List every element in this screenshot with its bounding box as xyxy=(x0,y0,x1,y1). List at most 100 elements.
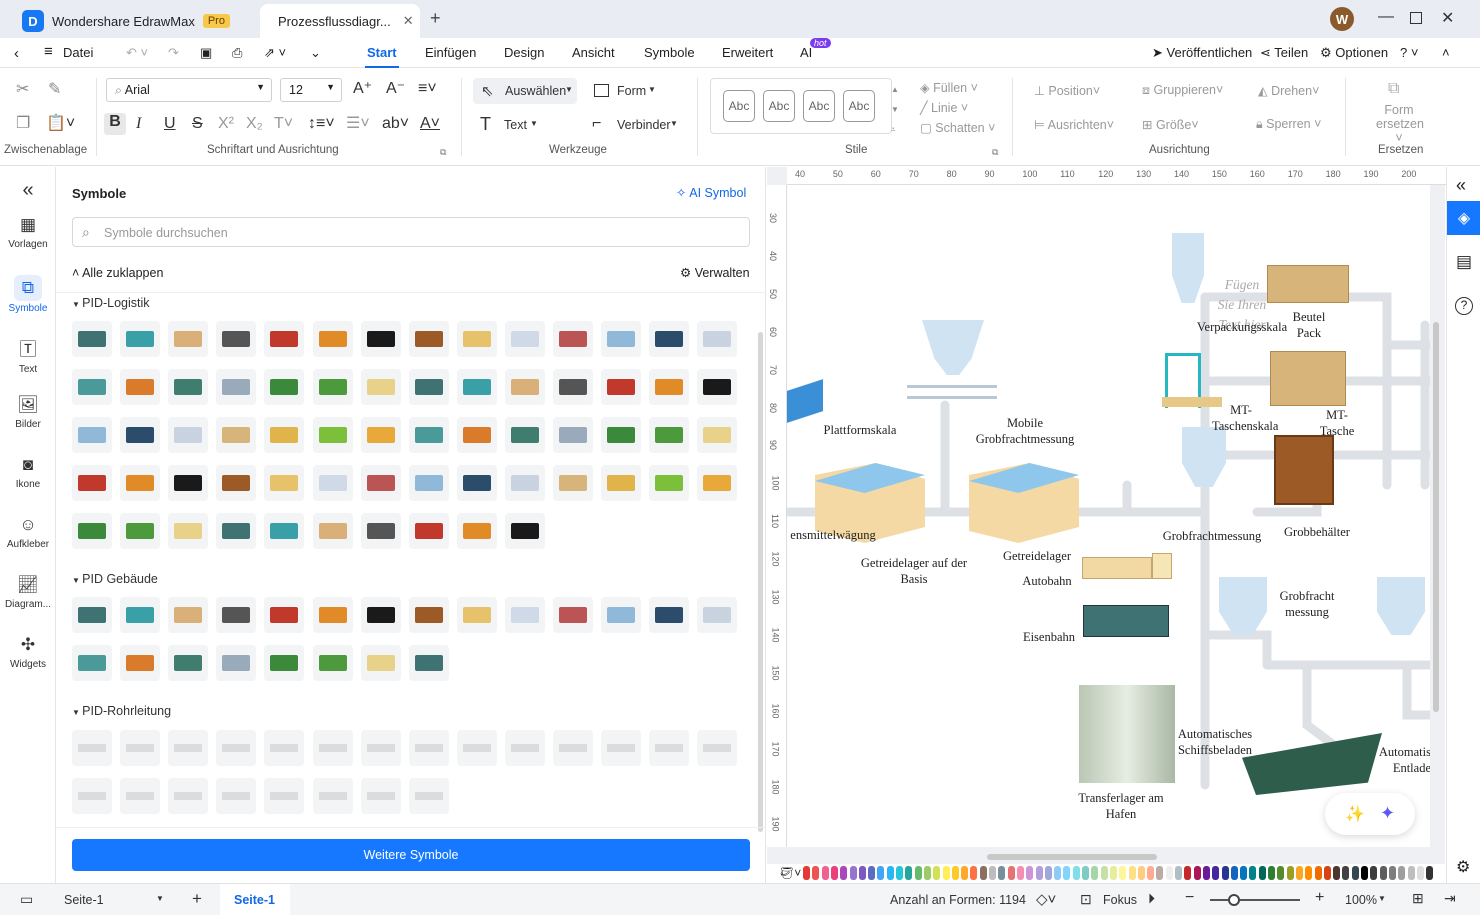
nav-stickers[interactable]: ☺ Aufkleber xyxy=(0,515,56,550)
select-tool[interactable]: ⇖ Auswählen ▼ xyxy=(473,78,577,104)
section-pid-rohrleitung[interactable]: ▼ PID-Rohrleitung xyxy=(72,704,171,718)
pid-logistik-symbol[interactable] xyxy=(456,465,497,501)
palette-swatch[interactable] xyxy=(1333,866,1341,880)
tab-erweitert[interactable]: Erweitert xyxy=(722,45,773,60)
zoom-slider[interactable] xyxy=(1210,899,1300,901)
pid-rohrleitung-symbol[interactable] xyxy=(168,730,209,766)
nav-diagrams[interactable]: 📈︎ Diagram... xyxy=(0,575,56,610)
styles-launcher-icon[interactable]: ⧉ xyxy=(992,147,998,158)
style-scroll-icon[interactable]: ▲ ▼ ⩡ xyxy=(891,80,899,140)
pid-logistik-symbol[interactable] xyxy=(456,321,497,357)
tab-ai[interactable]: AI hot xyxy=(800,38,831,60)
palette-swatch[interactable] xyxy=(1416,866,1424,880)
palette-swatch[interactable] xyxy=(1379,866,1387,880)
font-family-select[interactable]: ⌕ Arial ▼ xyxy=(106,78,272,102)
pid-logistik-symbol[interactable] xyxy=(649,417,690,453)
mt-bag-shape[interactable] xyxy=(1270,351,1346,406)
label-grobbehaelter[interactable]: Grobbehälter xyxy=(1277,524,1357,540)
replace-shape-icon[interactable]: ⧉ xyxy=(1388,80,1399,98)
zoom-out-icon[interactable]: − xyxy=(1185,889,1194,907)
shadow-button[interactable]: ▢ Schatten ˅ xyxy=(920,120,995,135)
palette-swatch[interactable] xyxy=(1035,866,1043,880)
pid-logistik-symbol[interactable] xyxy=(553,369,593,405)
label-plattformskala[interactable]: Plattformskala xyxy=(805,422,915,438)
dialog-launcher-icon[interactable]: ⧉ xyxy=(440,147,446,158)
pid-logistik-symbol[interactable] xyxy=(168,417,209,453)
italic-icon[interactable]: I xyxy=(136,115,141,133)
highway-truck-cab[interactable] xyxy=(1152,553,1172,579)
magic-wand-icon[interactable]: ✨ xyxy=(1345,804,1365,824)
palette-swatch[interactable] xyxy=(923,866,931,880)
palette-swatch[interactable] xyxy=(1370,866,1378,880)
focus-icon[interactable]: ⊡ xyxy=(1080,891,1092,908)
maximize-icon[interactable] xyxy=(1410,12,1422,24)
palette-swatch[interactable] xyxy=(1305,866,1313,880)
palette-swatch[interactable] xyxy=(1054,866,1062,880)
nav-widgets[interactable]: ✣ Widgets xyxy=(0,635,56,670)
palette-swatch[interactable] xyxy=(1202,866,1210,880)
pid-logistik-symbol[interactable] xyxy=(408,369,449,405)
palette-swatch[interactable] xyxy=(1082,866,1089,880)
pid-logistik-symbol[interactable] xyxy=(408,321,449,357)
palette-swatch[interactable] xyxy=(868,866,876,880)
palette-swatch[interactable] xyxy=(1323,866,1331,880)
pid-logistik-symbol[interactable] xyxy=(264,321,305,357)
group-button[interactable]: ⧈ Gruppieren˅ xyxy=(1142,83,1223,98)
collapse-panel-button[interactable]: « xyxy=(0,179,56,206)
text-case-icon[interactable]: T˅ xyxy=(274,115,293,133)
pid-logistik-symbol[interactable] xyxy=(504,417,545,453)
palette-swatch[interactable] xyxy=(840,866,848,880)
layers-icon[interactable]: ◇˅ xyxy=(1036,890,1056,908)
ai-sparkle-icon[interactable]: ✦ xyxy=(1380,803,1395,824)
pid-logistik-symbol[interactable] xyxy=(216,369,257,405)
paste-icon[interactable]: 📋˅ xyxy=(46,115,75,133)
palette-swatch[interactable] xyxy=(1249,866,1257,880)
label-entlade[interactable]: Automatis Entlade xyxy=(1371,744,1430,776)
label-grobfracht-messung[interactable]: Grobfracht messung xyxy=(1273,588,1341,620)
replace-shape-button[interactable]: Form ersetzen ˅ xyxy=(1376,103,1424,145)
pid-gebaeude-symbol[interactable] xyxy=(72,645,112,681)
print-icon[interactable]: ⎙ xyxy=(232,45,242,61)
pid-rohrleitung-symbol[interactable] xyxy=(216,778,257,814)
palette-swatch[interactable] xyxy=(1407,866,1415,880)
pid-rohrleitung-symbol[interactable] xyxy=(360,730,401,766)
pid-logistik-symbol[interactable] xyxy=(120,465,161,501)
cut-icon[interactable]: ✂ xyxy=(16,81,29,99)
align-button[interactable]: ⊨ Ausrichten˅ xyxy=(1034,117,1114,132)
nav-symbols[interactable]: ⧉ Symbole xyxy=(0,275,56,314)
position-button[interactable]: ⊥ Position˅ xyxy=(1034,83,1100,98)
zoom-level[interactable]: 100% xyxy=(1345,893,1377,907)
horizontal-scrollbar[interactable] xyxy=(987,854,1157,860)
label-beutel-pack[interactable]: Beutel Pack xyxy=(1284,309,1334,341)
transfer-silos[interactable] xyxy=(1079,685,1175,783)
pid-rohrleitung-symbol[interactable] xyxy=(601,730,642,766)
focus-label[interactable]: Fokus xyxy=(1103,893,1137,907)
palette-swatch[interactable] xyxy=(1240,866,1248,880)
options-button[interactable]: ⚙ Optionen xyxy=(1320,45,1388,61)
collapse-all-button[interactable]: ˄ Alle zuklappen xyxy=(72,266,163,280)
pid-logistik-symbol[interactable] xyxy=(649,369,690,405)
palette-swatch[interactable] xyxy=(1230,866,1238,880)
toggle-panel-icon[interactable]: ▭ xyxy=(20,891,33,908)
fill-button[interactable]: ◈ Füllen ˅ xyxy=(920,80,978,95)
align-menu-icon[interactable]: ≡˅ xyxy=(418,80,437,98)
publish-button[interactable]: ➤ Veröffentlichen xyxy=(1152,45,1252,61)
palette-swatch[interactable] xyxy=(1398,866,1406,880)
help-icon[interactable]: ? ˅ xyxy=(1400,45,1418,60)
pid-rohrleitung-symbol[interactable] xyxy=(360,778,401,814)
label-grobfrachtmessung[interactable]: Grobfrachtmessung xyxy=(1152,528,1272,544)
mobile-bulk-frame[interactable] xyxy=(907,385,997,399)
format-painter-icon[interactable]: ✎ xyxy=(48,81,61,99)
pid-logistik-symbol[interactable] xyxy=(72,321,112,357)
pid-logistik-symbol[interactable] xyxy=(504,369,545,405)
pid-logistik-symbol[interactable] xyxy=(120,513,161,549)
underline-icon[interactable]: U xyxy=(164,115,176,133)
pid-gebaeude-symbol[interactable] xyxy=(360,645,401,681)
pid-logistik-symbol[interactable] xyxy=(360,321,401,357)
pid-logistik-symbol[interactable] xyxy=(504,513,545,549)
pid-logistik-symbol[interactable] xyxy=(456,417,497,453)
label-verpackungsskala[interactable]: Verpackungsskala xyxy=(1192,319,1292,335)
pid-rohrleitung-symbol[interactable] xyxy=(408,730,449,766)
collapse-ribbon-icon[interactable]: ˄ xyxy=(1442,45,1450,60)
pid-logistik-symbol[interactable] xyxy=(72,513,112,549)
